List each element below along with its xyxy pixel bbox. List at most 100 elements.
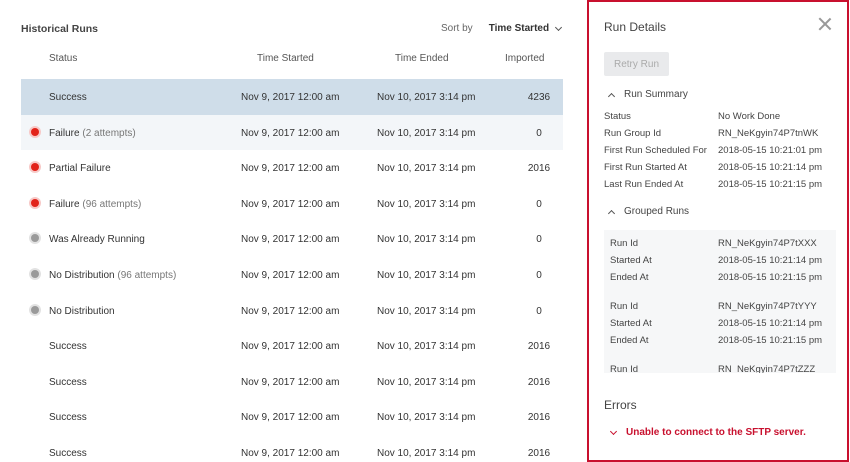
summary-label: Run Group Id — [604, 128, 662, 139]
run-id-label: Run Id — [610, 238, 638, 249]
imported-cell: 0 — [536, 198, 542, 210]
time-ended-cell: Nov 10, 2017 3:14 pm — [377, 305, 476, 317]
error-message: Unable to connect to the SFTP server. — [626, 427, 806, 438]
table-row[interactable]: Success Nov 9, 2017 12:00 am Nov 10, 2017… — [21, 435, 563, 462]
time-started-cell: Nov 9, 2017 12:00 am — [241, 341, 340, 353]
status-dot-icon — [31, 234, 39, 243]
table-row[interactable]: Partial Failure Nov 9, 2017 12:00 am Nov … — [21, 150, 563, 186]
summary-label: First Run Started At — [604, 162, 687, 173]
status-text: Was Already Running — [49, 234, 145, 246]
status-text: No Distribution — [49, 305, 115, 317]
ended-at-value: 2018-05-15 10:21:15 pm — [718, 335, 823, 346]
errors-heading: Errors — [604, 398, 637, 412]
time-ended-cell: Nov 10, 2017 3:14 pm — [377, 163, 476, 175]
table-row[interactable]: Was Already Running Nov 9, 2017 12:00 am… — [21, 221, 563, 257]
sort-value: Time Started — [488, 23, 550, 34]
chevron-up-icon — [607, 92, 616, 100]
grouped-runs-toggle[interactable]: Grouped Runs — [607, 206, 690, 217]
table-row[interactable]: Success Nov 9, 2017 12:00 am Nov 10, 2017… — [21, 328, 563, 364]
attempts-text: (96 attempts) — [82, 198, 142, 210]
time-started-cell: Nov 9, 2017 12:00 am — [241, 305, 340, 317]
time-ended-cell: Nov 10, 2017 3:14 pm — [377, 412, 476, 424]
historical-runs-title: Historical Runs — [21, 23, 99, 35]
run-summary-heading: Run Summary — [624, 89, 688, 100]
started-at-value: 2018-05-15 10:21:14 pm — [718, 255, 823, 266]
time-ended-cell: Nov 10, 2017 3:14 pm — [377, 234, 476, 246]
table-row[interactable]: Success Nov 9, 2017 12:00 am Nov 10, 2017… — [21, 79, 563, 115]
time-started-cell: Nov 9, 2017 12:00 am — [241, 92, 340, 103]
status-dot-icon — [31, 163, 39, 172]
grouped-runs-heading: Grouped Runs — [624, 206, 690, 217]
time-ended-cell: Nov 10, 2017 3:14 pm — [377, 92, 476, 103]
table-row[interactable]: No Distribution Nov 9, 2017 12:00 am Nov … — [21, 293, 563, 329]
run-id-value: RN_NeKgyin74P7tYYY — [718, 301, 817, 312]
imported-cell: 0 — [536, 269, 542, 281]
time-started-cell: Nov 9, 2017 12:00 am — [241, 269, 340, 281]
attempts-text: (2 attempts) — [82, 127, 136, 139]
table-row[interactable]: Success Nov 9, 2017 12:00 am Nov 10, 2017… — [21, 364, 563, 400]
summary-value: No Work Done — [718, 111, 781, 122]
time-started-cell: Nov 9, 2017 12:00 am — [241, 234, 340, 246]
run-id-value: RN_NeKgyin74P7tXXX — [718, 238, 817, 249]
status-text: Success — [49, 412, 87, 424]
imported-cell: 0 — [536, 305, 542, 317]
ended-at-label: Ended At — [610, 335, 649, 346]
close-icon[interactable] — [818, 17, 832, 31]
run-id-value: RN_NeKgyin74P7tZZZ — [718, 364, 816, 373]
table-row[interactable]: Failure (2 attempts) Nov 9, 2017 12:00 am… — [21, 114, 563, 151]
time-started-cell: Nov 9, 2017 12:00 am — [241, 412, 340, 424]
retry-run-button[interactable]: Retry Run — [604, 52, 669, 76]
status-dot-icon — [31, 198, 39, 207]
chevron-down-icon — [609, 427, 618, 435]
summary-label: Last Run Ended At — [604, 179, 684, 190]
column-header-status[interactable]: Status — [49, 53, 77, 64]
time-ended-cell: Nov 10, 2017 3:14 pm — [377, 127, 476, 139]
summary-value: 2018-05-15 10:21:01 pm — [718, 145, 823, 156]
run-id-label: Run Id — [610, 364, 638, 373]
column-header-imported[interactable]: Imported — [505, 53, 544, 64]
runs-table-body: Success Nov 9, 2017 12:00 am Nov 10, 2017… — [21, 79, 563, 462]
time-started-cell: Nov 9, 2017 12:00 am — [241, 127, 340, 139]
imported-cell: 0 — [536, 234, 542, 246]
table-row[interactable]: No Distribution (96 attempts) Nov 9, 2017… — [21, 257, 563, 293]
run-summary-toggle[interactable]: Run Summary — [607, 89, 688, 100]
imported-cell: 0 — [536, 127, 542, 139]
sort-dropdown[interactable]: Time Started — [488, 23, 563, 34]
started-at-value: 2018-05-15 10:21:14 pm — [718, 318, 823, 329]
time-started-cell: Nov 9, 2017 12:00 am — [241, 163, 340, 175]
status-text: Success — [49, 376, 87, 388]
time-ended-cell: Nov 10, 2017 3:14 pm — [377, 341, 476, 353]
run-details-panel: Run Details Retry Run Run Summary Status… — [587, 0, 849, 462]
started-at-label: Started At — [610, 318, 652, 329]
status-text: No Distribution — [49, 269, 115, 281]
time-ended-cell: Nov 10, 2017 3:14 pm — [377, 198, 476, 210]
attempts-text: (96 attempts) — [117, 269, 177, 281]
status-text: Partial Failure — [49, 163, 111, 175]
table-row[interactable]: Success Nov 9, 2017 12:00 am Nov 10, 2017… — [21, 399, 563, 435]
sort-label: Sort by — [441, 23, 473, 34]
status-text: Success — [49, 341, 87, 353]
status-dot-icon — [31, 269, 39, 278]
summary-label: First Run Scheduled For — [604, 145, 707, 156]
status-text: Success — [49, 92, 87, 103]
time-ended-cell: Nov 10, 2017 3:14 pm — [377, 447, 476, 459]
imported-cell: 4236 — [527, 92, 551, 103]
time-started-cell: Nov 9, 2017 12:00 am — [241, 376, 340, 388]
summary-value: 2018-05-15 10:21:15 pm — [718, 179, 823, 190]
status-text: Success — [49, 447, 87, 459]
column-header-time-started[interactable]: Time Started — [257, 53, 314, 64]
run-details-title: Run Details — [604, 20, 667, 34]
time-started-cell: Nov 9, 2017 12:00 am — [241, 447, 340, 459]
table-row[interactable]: Failure (96 attempts) Nov 9, 2017 12:00 a… — [21, 186, 563, 222]
summary-label: Status — [604, 111, 631, 122]
run-id-label: Run Id — [610, 301, 638, 312]
ended-at-label: Ended At — [610, 272, 649, 283]
column-header-time-ended[interactable]: Time Ended — [395, 53, 449, 64]
grouped-runs-list[interactable]: Run Id RN_NeKgyin74P7tXXX Started At 2018-… — [604, 230, 836, 373]
ended-at-value: 2018-05-15 10:21:15 pm — [718, 272, 823, 283]
sort-control: Sort by Time Started — [441, 23, 563, 34]
time-ended-cell: Nov 10, 2017 3:14 pm — [377, 269, 476, 281]
status-dot-icon — [31, 127, 39, 136]
error-item-toggle[interactable]: Unable to connect to the SFTP server. — [609, 427, 806, 438]
imported-cell: 2016 — [527, 412, 551, 424]
